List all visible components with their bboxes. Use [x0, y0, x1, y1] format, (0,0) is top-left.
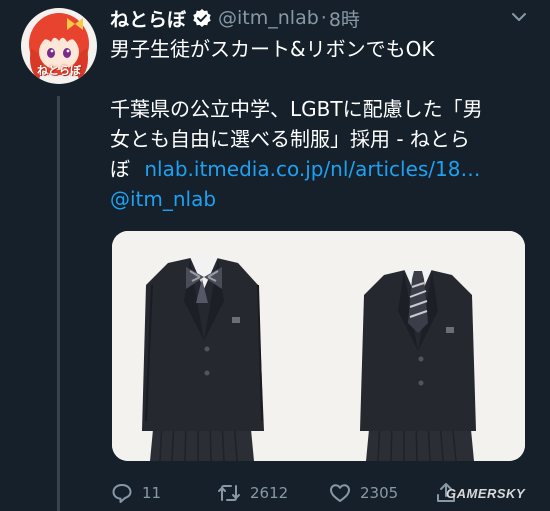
reply-button[interactable]: 11 [110, 478, 161, 508]
tweet-text-end: ぼ [110, 157, 130, 181]
reply-count: 11 [142, 484, 162, 502]
chevron-down-icon[interactable] [508, 6, 530, 28]
like-count: 2305 [360, 484, 399, 502]
retweet-button[interactable]: 2612 [216, 478, 288, 508]
tweet-timestamp[interactable]: 8時 [329, 5, 360, 32]
heart-icon [330, 484, 350, 502]
thread-line [57, 96, 60, 511]
tweet-text-line-3: 女とも自由に選べる制服」採用 - ねとら [110, 127, 470, 151]
display-name[interactable]: ねとらぼ [110, 5, 186, 32]
uniform-left-image [142, 253, 264, 461]
retweet-count: 2612 [250, 484, 289, 502]
user-handle[interactable]: @itm_nlab [218, 7, 319, 29]
watermark: GAMERSKY [446, 486, 526, 501]
like-button[interactable]: 2305 [328, 478, 398, 508]
reply-icon [112, 484, 132, 503]
header-separator: · [320, 7, 327, 29]
mention-link[interactable]: @itm_nlab [110, 184, 216, 214]
avatar[interactable]: ねとらぼ [21, 8, 97, 84]
tweet[interactable]: ねとらぼ ねとらぼ @itm_nlab · 8時 男子生徒がスカート&リボンでも… [0, 0, 550, 511]
tweet-text-line-1: 男子生徒がスカート&リボンでもOK [110, 37, 435, 61]
retweet-icon [218, 485, 240, 501]
avatar-logo-text: ねとらぼ [37, 64, 81, 77]
uniform-right-image [360, 265, 476, 461]
article-link[interactable]: nlab.itmedia.co.jp/nl/articles/18… [144, 157, 480, 181]
verified-badge-icon [192, 8, 212, 28]
tweet-text-line-2: 千葉県の公立中学、LGBTに配慮した「男 [110, 97, 483, 121]
tweet-text-line-4: ぼ nlab.itmedia.co.jp/nl/articles/18… [110, 154, 481, 184]
tweet-photo[interactable] [112, 231, 525, 461]
tweet-header: ねとらぼ @itm_nlab · 8時 [110, 2, 540, 34]
